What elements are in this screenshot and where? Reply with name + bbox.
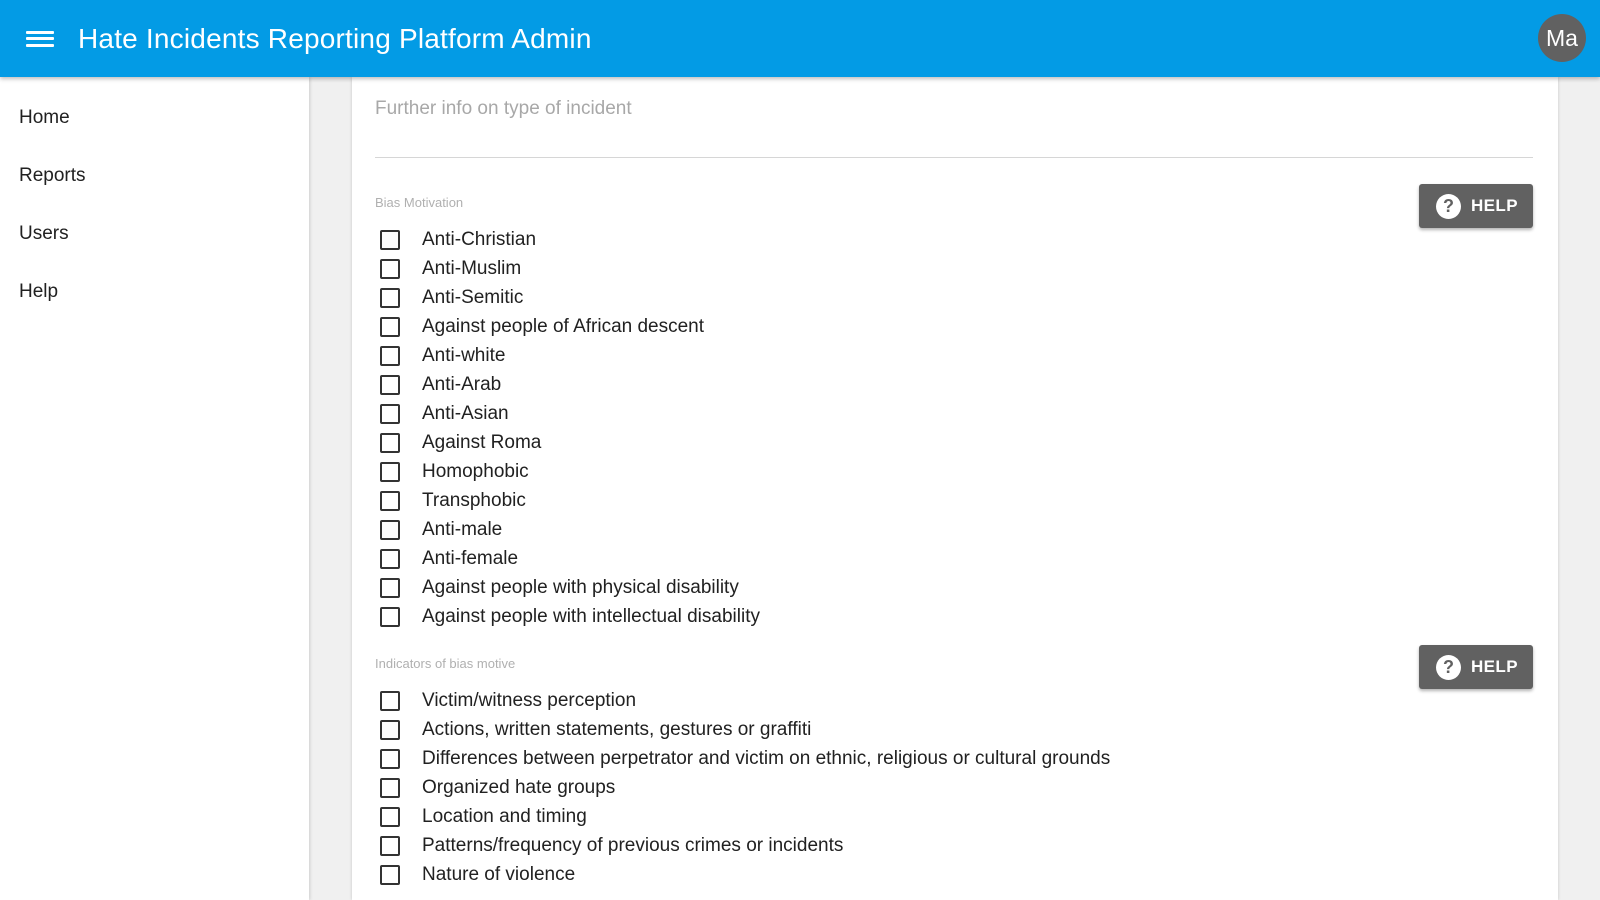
indicators-section: Indicators of bias motive ? HELP Victim/… <box>375 645 1533 889</box>
help-button-label: HELP <box>1471 196 1518 215</box>
checkbox-unchecked-icon[interactable] <box>380 432 400 453</box>
indicators-list: Victim/witness perception Actions, writt… <box>375 686 1533 889</box>
help-button-label: HELP <box>1471 657 1518 676</box>
bias-motivation-list: Anti-Christian Anti-Muslim Anti-Semitic … <box>375 225 1533 631</box>
sidebar: Home Reports Users Help <box>0 77 309 900</box>
checkbox-anti-muslim[interactable]: Anti-Muslim <box>375 254 1533 283</box>
checkbox-unchecked-icon[interactable] <box>380 229 400 250</box>
checkbox-unchecked-icon[interactable] <box>380 490 400 511</box>
checkbox-label: Anti-Semitic <box>422 286 524 308</box>
checkbox-unchecked-icon[interactable] <box>380 374 400 395</box>
checkbox-label: Anti-Muslim <box>422 257 522 279</box>
checkbox-nature-of-violence[interactable]: Nature of violence <box>375 860 1533 889</box>
checkbox-label: Anti-Christian <box>422 228 537 250</box>
bias-motivation-label: Bias Motivation <box>375 195 464 210</box>
checkbox-label: Anti-Arab <box>422 373 502 395</box>
checkbox-anti-white[interactable]: Anti-white <box>375 341 1533 370</box>
checkbox-label: Actions, written statements, gestures or… <box>422 718 812 740</box>
checkbox-unchecked-icon[interactable] <box>380 806 400 827</box>
checkbox-unchecked-icon[interactable] <box>380 577 400 598</box>
checkbox-label: Against people of African descent <box>422 315 705 337</box>
sidebar-item-reports[interactable]: Reports <box>0 147 309 205</box>
checkbox-label: Anti-Asian <box>422 402 509 424</box>
checkbox-unchecked-icon[interactable] <box>380 258 400 279</box>
checkbox-unchecked-icon[interactable] <box>380 864 400 885</box>
checkbox-unchecked-icon[interactable] <box>380 777 400 798</box>
checkbox-unchecked-icon[interactable] <box>380 461 400 482</box>
checkbox-unchecked-icon[interactable] <box>380 748 400 769</box>
checkbox-label: Anti-female <box>422 547 519 569</box>
checkbox-african-descent[interactable]: Against people of African descent <box>375 312 1533 341</box>
checkbox-physical-disability[interactable]: Against people with physical disability <box>375 573 1533 602</box>
checkbox-actions-statements[interactable]: Actions, written statements, gestures or… <box>375 715 1533 744</box>
checkbox-unchecked-icon[interactable] <box>380 606 400 627</box>
checkbox-anti-arab[interactable]: Anti-Arab <box>375 370 1533 399</box>
checkbox-anti-male[interactable]: Anti-male <box>375 515 1533 544</box>
checkbox-unchecked-icon[interactable] <box>380 519 400 540</box>
sidebar-item-help[interactable]: Help <box>0 263 309 321</box>
checkbox-anti-asian[interactable]: Anti-Asian <box>375 399 1533 428</box>
checkbox-label: Against Roma <box>422 431 542 453</box>
checkbox-patterns-frequency[interactable]: Patterns/frequency of previous crimes or… <box>375 831 1533 860</box>
app-bar: Hate Incidents Reporting Platform Admin … <box>0 0 1600 77</box>
checkbox-anti-female[interactable]: Anti-female <box>375 544 1533 573</box>
checkbox-label: Location and timing <box>422 805 587 827</box>
checkbox-unchecked-icon[interactable] <box>380 719 400 740</box>
checkbox-intellectual-disability[interactable]: Against people with intellectual disabil… <box>375 602 1533 631</box>
further-info-field <box>375 77 1533 158</box>
checkbox-transphobic[interactable]: Transphobic <box>375 486 1533 515</box>
checkbox-unchecked-icon[interactable] <box>380 548 400 569</box>
checkbox-label: Nature of violence <box>422 863 576 885</box>
checkbox-label: Organized hate groups <box>422 776 616 798</box>
checkbox-label: Homophobic <box>422 460 529 482</box>
checkbox-homophobic[interactable]: Homophobic <box>375 457 1533 486</box>
checkbox-label: Against people with intellectual disabil… <box>422 605 760 627</box>
checkbox-organized-hate-groups[interactable]: Organized hate groups <box>375 773 1533 802</box>
checkbox-victim-witness-perception[interactable]: Victim/witness perception <box>375 686 1533 715</box>
checkbox-unchecked-icon[interactable] <box>380 690 400 711</box>
avatar[interactable]: Ma <box>1538 14 1586 62</box>
checkbox-label: Victim/witness perception <box>422 689 637 711</box>
indicators-help-button[interactable]: ? HELP <box>1419 645 1533 689</box>
checkbox-label: Transphobic <box>422 489 526 511</box>
menu-icon[interactable] <box>26 28 54 50</box>
checkbox-unchecked-icon[interactable] <box>380 345 400 366</box>
help-circle-icon: ? <box>1436 193 1461 219</box>
checkbox-anti-christian[interactable]: Anti-Christian <box>375 225 1533 254</box>
checkbox-label: Against people with physical disability <box>422 576 739 598</box>
checkbox-label: Anti-male <box>422 518 503 540</box>
report-form-card: Bias Motivation ? HELP Anti-Christian An… <box>352 77 1558 900</box>
checkbox-unchecked-icon[interactable] <box>380 403 400 424</box>
checkbox-anti-semitic[interactable]: Anti-Semitic <box>375 283 1533 312</box>
checkbox-differences[interactable]: Differences between perpetrator and vict… <box>375 744 1533 773</box>
app-title: Hate Incidents Reporting Platform Admin <box>78 22 592 54</box>
bias-motivation-section: Bias Motivation ? HELP Anti-Christian An… <box>375 184 1533 631</box>
sidebar-item-home[interactable]: Home <box>0 89 309 147</box>
checkbox-label: Patterns/frequency of previous crimes or… <box>422 834 844 856</box>
further-info-input[interactable] <box>375 77 1533 120</box>
checkbox-unchecked-icon[interactable] <box>380 835 400 856</box>
indicators-label: Indicators of bias motive <box>375 656 516 671</box>
checkbox-label: Anti-white <box>422 344 506 366</box>
checkbox-label: Differences between perpetrator and vict… <box>422 747 1111 769</box>
help-circle-icon: ? <box>1436 654 1461 680</box>
sidebar-item-users[interactable]: Users <box>0 205 309 263</box>
checkbox-unchecked-icon[interactable] <box>380 316 400 337</box>
checkbox-unchecked-icon[interactable] <box>380 287 400 308</box>
bias-motivation-help-button[interactable]: ? HELP <box>1419 184 1533 228</box>
checkbox-against-roma[interactable]: Against Roma <box>375 428 1533 457</box>
checkbox-location-timing[interactable]: Location and timing <box>375 802 1533 831</box>
